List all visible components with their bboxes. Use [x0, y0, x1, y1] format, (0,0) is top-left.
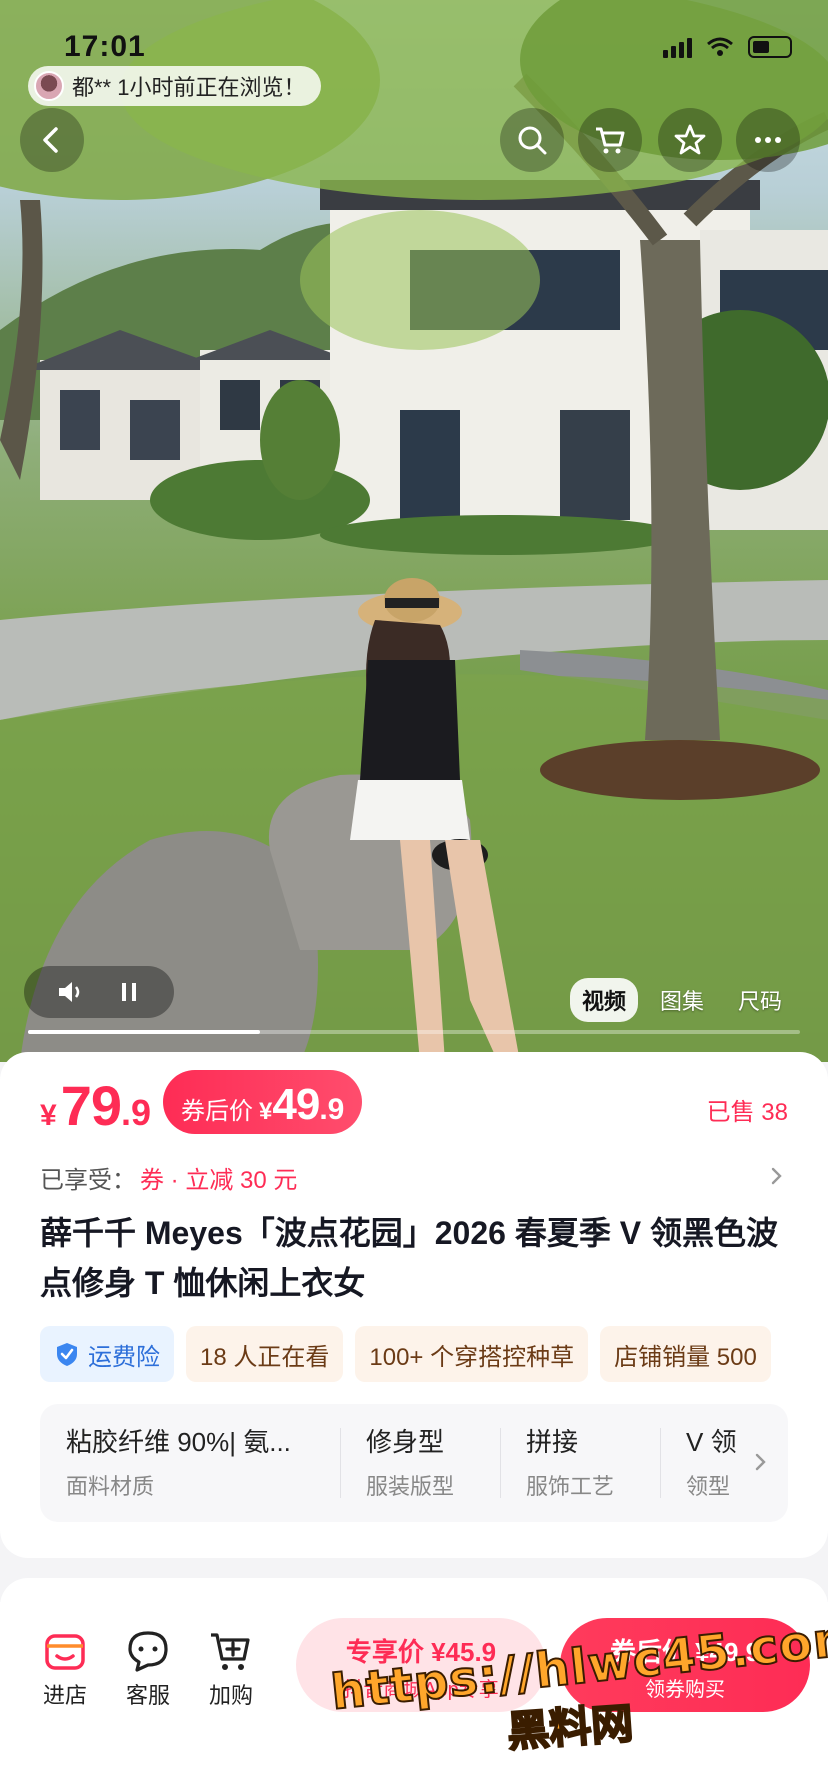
status-time: 17:01 [64, 30, 146, 63]
store-label: 进店 [42, 1683, 87, 1708]
video-progress-bar[interactable] [28, 1030, 800, 1034]
buy-price-label: 券后价 ¥49.9 [609, 1637, 761, 1667]
chevron-left-icon [43, 127, 58, 153]
param-value: V 领 [686, 1427, 737, 1457]
browsing-notice: 都** 1小时前正在浏览！ [28, 66, 322, 106]
param-key: 服饰工艺 [526, 1474, 615, 1499]
price-integer: 79 [60, 1073, 122, 1137]
store-button[interactable]: 进店 [30, 1628, 100, 1710]
tag-label: 100+ 个穿搭控种草 [369, 1343, 575, 1371]
chat-icon [128, 1631, 168, 1672]
add-to-cart-label: 加购 [208, 1683, 253, 1708]
discount-row[interactable]: 已享受： 券 · 立减 30 元 [40, 1152, 788, 1202]
discount-value: 券 · 立减 30 元 [140, 1166, 298, 1194]
exclusive-price-button[interactable]: 专享价 ¥45.9 抖音商城App专享 [296, 1618, 546, 1712]
favorite-button[interactable] [658, 108, 722, 172]
battery-icon [748, 36, 792, 58]
currency-symbol: ¥ [40, 1098, 57, 1132]
video-progress-fill [28, 1030, 260, 1034]
product-tags: 运费险 18 人正在看 100+ 个穿搭控种草 店铺销量 500 [40, 1326, 828, 1382]
param-key: 面料材质 [66, 1474, 155, 1499]
browsing-notice-text: 都** 1小时前正在浏览！ [72, 75, 306, 100]
product-info-card: ¥ 79 .9 券后价 ¥ 49 .9 已售 38 已享受： 券 · 立减 30… [0, 1052, 828, 1558]
store-icon [45, 1634, 85, 1670]
exclusive-price-sub: 抖音商城App专享 [343, 1679, 499, 1701]
coupon-decimal: .9 [319, 1093, 345, 1126]
cart-icon [596, 127, 625, 154]
add-to-cart-button[interactable]: 加购 [196, 1628, 266, 1710]
cellular-signal-icon [663, 36, 692, 58]
tag-freight-insurance[interactable]: 运费险 [40, 1326, 174, 1382]
cart-add-icon [211, 1633, 250, 1670]
original-price: ¥ 79 .9 [40, 1073, 151, 1138]
discount-label: 已享受： [40, 1166, 136, 1194]
customer-service-button[interactable]: 客服 [113, 1628, 183, 1710]
tag-viewers: 18 人正在看 [186, 1326, 344, 1382]
param-value: 粘胶纤维 90%| 氨... [66, 1427, 291, 1457]
product-video[interactable]: 17:01 都** 1小时前正在浏览！ 视频 图集 尺码 [0, 0, 828, 1062]
more-button[interactable] [736, 108, 800, 172]
back-button[interactable] [20, 108, 84, 172]
status-icons [663, 36, 792, 58]
tag-label: 运费险 [88, 1343, 160, 1371]
more-icon [755, 137, 781, 143]
tag-store-sales: 店铺销量 500 [600, 1326, 771, 1382]
customer-service-label: 客服 [125, 1683, 170, 1708]
param-value: 拼接 [526, 1427, 579, 1457]
product-title: 薛千千 Meyes「波点花园」2026 春夏季 V 领黑色波点修身 T 恤休闲上… [40, 1215, 778, 1301]
volume-icon[interactable] [55, 977, 85, 1007]
param-material: 粘胶纤维 90%| 氨... 面料材质 [40, 1404, 340, 1522]
wifi-icon [707, 37, 733, 56]
tab-gallery[interactable]: 图集 [648, 978, 716, 1022]
tag-label: 18 人正在看 [200, 1343, 330, 1371]
tag-label: 店铺销量 500 [614, 1343, 757, 1371]
tab-video[interactable]: 视频 [569, 978, 638, 1022]
price-row: ¥ 79 .9 券后价 ¥ 49 .9 已售 38 [40, 1052, 788, 1152]
buy-with-coupon-button[interactable]: 券后价 ¥49.9 领券购买 [560, 1618, 810, 1712]
param-fit: 修身型 服装版型 [340, 1404, 500, 1522]
price-decimal: .9 [120, 1091, 152, 1133]
param-craft: 拼接 服饰工艺 [500, 1404, 660, 1522]
video-controls [24, 966, 174, 1018]
param-key: 服装版型 [366, 1474, 455, 1499]
shield-check-icon [57, 1343, 77, 1366]
buy-sub-label: 领券购买 [645, 1679, 725, 1701]
cart-button[interactable] [578, 108, 642, 172]
star-icon [674, 124, 706, 155]
media-tabs: 视频 图集 尺码 [569, 978, 794, 1022]
avatar [34, 71, 64, 101]
product-params[interactable]: 粘胶纤维 90%| 氨... 面料材质 修身型 服装版型 拼接 服饰工艺 V 领… [40, 1404, 788, 1522]
chevron-right-icon [755, 1453, 766, 1471]
bottom-action-bar: 进店 客服 加购 专享价 ¥45.9 抖音商城App专享 券后价 ¥49.9 领… [0, 1602, 828, 1792]
coupon-label: 券后价 [181, 1098, 254, 1125]
pause-icon[interactable] [114, 977, 144, 1007]
search-button[interactable] [500, 108, 564, 172]
tab-size[interactable]: 尺码 [726, 978, 794, 1022]
param-collar: V 领 领型 [660, 1404, 750, 1522]
coupon-integer: 49 [272, 1080, 320, 1129]
coupon-price-badge: 券后价 ¥ 49 .9 [163, 1070, 363, 1134]
param-key: 领型 [686, 1474, 731, 1499]
chevron-right-icon [771, 1167, 782, 1185]
coupon-currency: ¥ [259, 1098, 273, 1125]
sold-count: 已售 38 [706, 1099, 788, 1126]
search-icon [518, 126, 547, 155]
tag-outfit-fans: 100+ 个穿搭控种草 [355, 1326, 589, 1382]
param-value: 修身型 [366, 1427, 445, 1457]
exclusive-price-label: 专享价 ¥45.9 [345, 1637, 497, 1667]
